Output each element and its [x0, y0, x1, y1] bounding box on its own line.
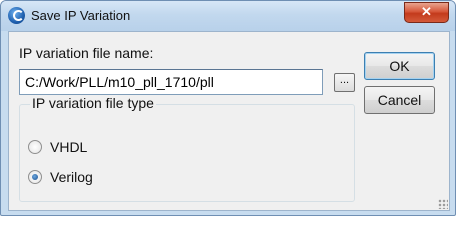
- verilog-label[interactable]: Verilog: [50, 169, 93, 185]
- ok-button[interactable]: OK: [364, 52, 435, 80]
- title-bar[interactable]: Save IP Variation ✕: [1, 1, 455, 31]
- file-name-label: IP variation file name:: [19, 45, 154, 61]
- verilog-radio-button[interactable]: [28, 170, 42, 184]
- close-button[interactable]: ✕: [404, 2, 449, 23]
- app-icon: [8, 7, 25, 24]
- cancel-button[interactable]: Cancel: [364, 86, 435, 114]
- file-type-group: IP variation file type VHDL Verilog: [19, 95, 355, 202]
- dialog-body: IP variation file name: ... OK Cancel IP…: [8, 31, 450, 211]
- save-ip-variation-dialog: Save IP Variation ✕ IP variation file na…: [0, 0, 456, 216]
- resize-grip-icon[interactable]: [438, 199, 448, 209]
- browse-button[interactable]: ...: [334, 73, 355, 92]
- file-type-legend: IP variation file type: [30, 95, 156, 111]
- vhdl-radio-button[interactable]: [28, 140, 42, 154]
- vhdl-label[interactable]: VHDL: [50, 139, 87, 155]
- file-name-input[interactable]: [19, 69, 323, 95]
- window-title: Save IP Variation: [31, 8, 131, 23]
